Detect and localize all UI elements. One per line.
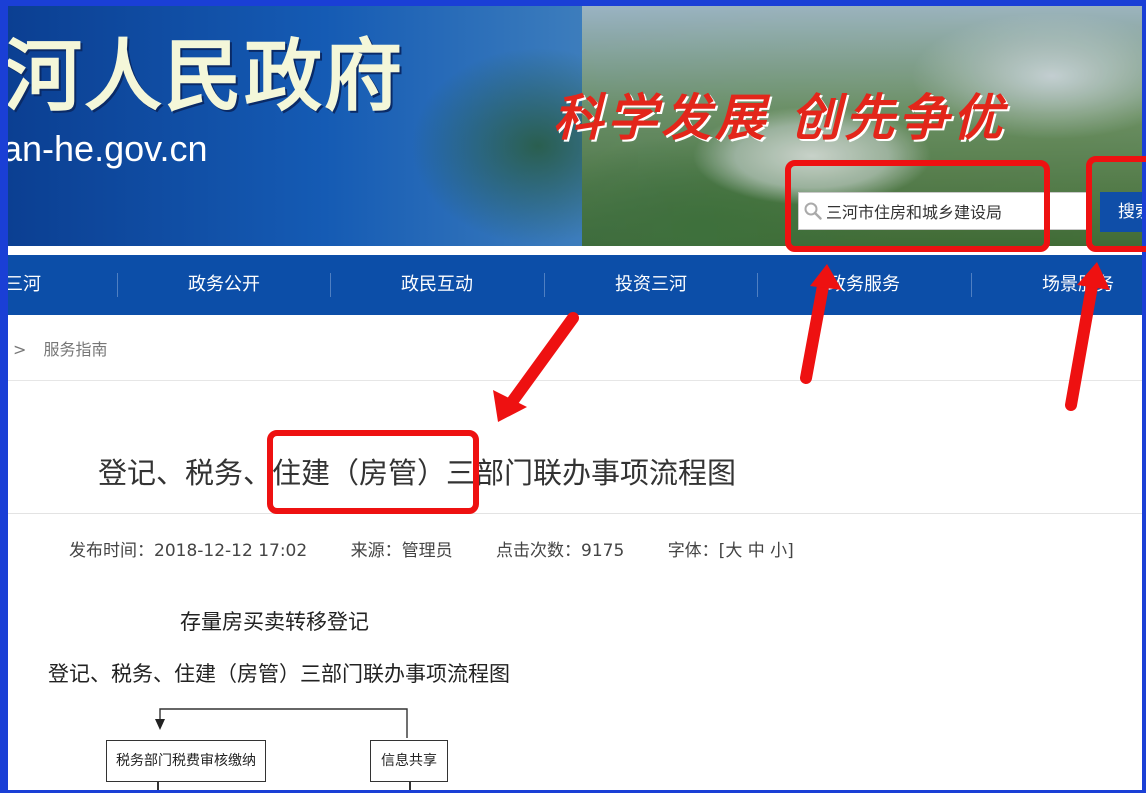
article-source: 来源：管理员 bbox=[350, 541, 453, 561]
divider bbox=[8, 513, 1142, 514]
font-size-selector[interactable]: 字体：[大 中 小] bbox=[668, 541, 794, 561]
browser-page: 河人民政府 an-he.gov.cn 科学发展 创先争优 搜索 三河 政务公开 … bbox=[8, 6, 1142, 790]
flow-box-info-share: 信息共享 bbox=[370, 740, 448, 782]
breadcrumb-separator: > bbox=[13, 340, 27, 359]
publish-time: 发布时间：2018-12-12 17:02 bbox=[69, 541, 308, 561]
nav-item-interaction[interactable]: 政民互动 bbox=[331, 255, 543, 315]
breadcrumb-current[interactable]: 服务指南 bbox=[44, 340, 108, 359]
nav-item-gov-affairs[interactable]: 政务公开 bbox=[118, 255, 330, 315]
breadcrumb: > 服务指南 bbox=[13, 336, 108, 360]
nav-item-services[interactable]: 政务服务 bbox=[758, 255, 970, 315]
article-title-part-2: 三部门联办事项流程图 bbox=[446, 456, 737, 490]
nav-item-sanhe[interactable]: 三河 bbox=[8, 255, 58, 315]
click-count: 点击次数：9175 bbox=[496, 541, 625, 561]
highlight-search-box bbox=[785, 160, 1050, 252]
article-meta: 发布时间：2018-12-12 17:02 来源：管理员 点击次数：9175 字… bbox=[69, 536, 832, 561]
nav-item-investment[interactable]: 投资三河 bbox=[545, 255, 757, 315]
article-title-part-1: 登记、税务、 bbox=[98, 456, 273, 490]
site-url: an-he.gov.cn bbox=[8, 128, 208, 169]
divider bbox=[8, 380, 1142, 381]
banner-slogan: 科学发展 创先争优 bbox=[553, 88, 1007, 147]
highlight-title-keyword bbox=[267, 430, 479, 514]
nav-item-scenario-services[interactable]: 场景服务 bbox=[972, 255, 1142, 315]
main-nav: 三河 政务公开 政民互动 投资三河 政务服务 场景服务 bbox=[8, 255, 1142, 315]
site-title: 河人民政府 bbox=[8, 31, 405, 122]
content-subtitle: 存量房买卖转移登记 bbox=[180, 610, 369, 634]
flow-box-tax: 税务部门税费审核缴纳 bbox=[106, 740, 266, 782]
highlight-search-button bbox=[1086, 156, 1146, 252]
content-heading: 登记、税务、住建（房管）三部门联办事项流程图 bbox=[48, 662, 510, 686]
